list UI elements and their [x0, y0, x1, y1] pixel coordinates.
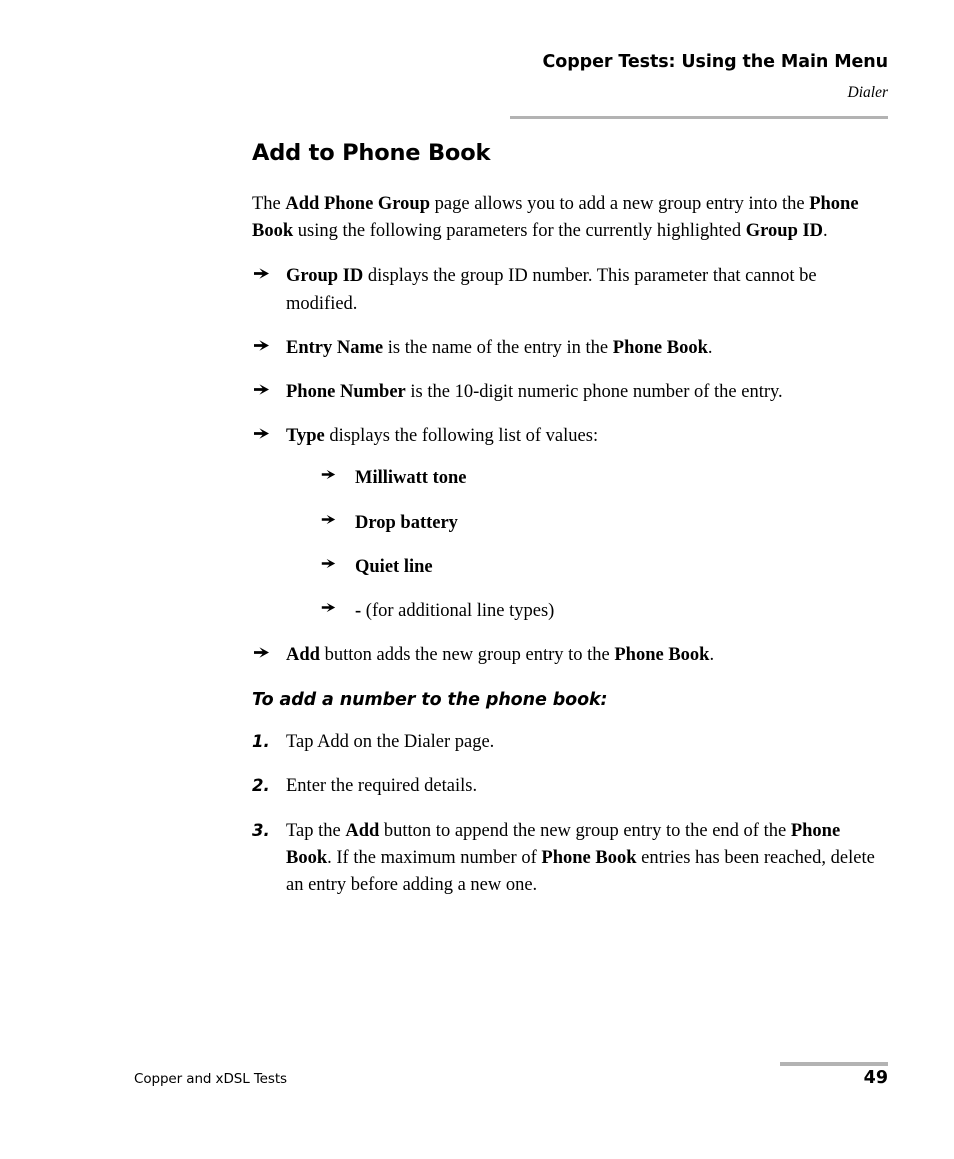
intro-bold-1: Add Phone Group: [285, 194, 431, 214]
footer-document-title: Copper and xDSL Tests: [134, 1071, 287, 1087]
list-item: Phone Number is the 10-digit numeric pho…: [252, 379, 884, 406]
bullet-text: button adds the new group entry to the: [319, 645, 615, 666]
page-content: Add to Phone Book The Add Phone Group pa…: [252, 140, 884, 916]
arrow-bullet-icon: [320, 599, 340, 616]
bullet-bold-tail: Phone Book: [612, 337, 708, 358]
step-bold-3: Phone Book: [541, 847, 637, 868]
intro-bold-3: Group ID: [745, 221, 824, 242]
page-number: 49: [863, 1068, 888, 1088]
step-text-1: Tap the: [286, 820, 346, 841]
list-item: Drop battery: [320, 510, 884, 537]
arrow-bullet-icon: [252, 380, 274, 399]
header-subtitle: Dialer: [847, 83, 888, 101]
list-item: Add button adds the new group entry to t…: [252, 642, 884, 669]
bullet-tail-text: .: [707, 337, 713, 358]
arrow-bullet-icon: [252, 336, 274, 355]
bullet-text: displays the following list of values:: [324, 426, 599, 447]
intro-paragraph: The Add Phone Group page allows you to a…: [252, 191, 884, 245]
document-page: Copper Tests: Using the Main Menu Dialer…: [0, 0, 954, 1159]
header-divider: [510, 116, 888, 119]
procedure-step-list: 1. Tap Add on the Dialer page. 2. Enter …: [252, 729, 884, 899]
list-item: Type displays the following list of valu…: [252, 423, 884, 625]
list-item: Group ID displays the group ID number. T…: [252, 263, 884, 317]
list-item: Milliwatt tone: [320, 465, 884, 492]
arrow-bullet-icon: [252, 424, 274, 443]
list-item: 2. Enter the required details.: [252, 773, 884, 800]
bullet-bold-lead: Group ID: [286, 266, 364, 287]
arrow-bullet-icon: [320, 511, 340, 528]
intro-text-2: page allows you to add a new group entry…: [430, 194, 810, 214]
list-item: Quiet line: [320, 554, 884, 581]
step-text: Enter the required details.: [286, 776, 478, 797]
intro-text-1: The: [252, 194, 286, 214]
step-text: Tap Add on the Dialer page.: [286, 732, 495, 753]
list-item: 1. Tap Add on the Dialer page.: [252, 729, 884, 756]
step-bold-1: Add: [345, 820, 380, 841]
page-header: Copper Tests: Using the Main Menu Dialer: [0, 52, 889, 102]
parameter-bullet-list: Group ID displays the group ID number. T…: [252, 263, 884, 669]
bullet-bold-lead: Entry Name: [286, 337, 384, 358]
subbullet-text: (for additional line types): [361, 600, 555, 621]
page-footer: Copper and xDSL Tests 49: [134, 1062, 888, 1108]
step-number: 1.: [252, 732, 270, 752]
subbullet-bold-lead: Milliwatt tone: [355, 468, 467, 489]
step-number: 2.: [252, 776, 270, 796]
bullet-bold-lead: Phone Number: [286, 381, 406, 402]
arrow-bullet-icon: [320, 555, 340, 572]
bullet-bold-tail: Phone Book: [614, 645, 710, 666]
bullet-text: is the 10-digit numeric phone number of …: [405, 381, 783, 402]
footer-divider: [780, 1062, 888, 1066]
list-item: - (for additional line types): [320, 598, 884, 625]
arrow-bullet-icon: [252, 264, 274, 283]
intro-text-4: .: [823, 221, 828, 242]
bullet-text: is the name of the entry in the: [383, 337, 613, 358]
step-text: Tap the Add button to append the new gro…: [286, 821, 875, 895]
subbullet-bold-lead: Quiet line: [355, 556, 433, 577]
header-title: Copper Tests: Using the Main Menu: [542, 52, 889, 72]
step-text-3: . If the maximum number of: [327, 847, 542, 868]
procedure-title: To add a number to the phone book:: [252, 690, 608, 711]
arrow-bullet-icon: [252, 643, 274, 662]
bullet-bold-lead: Type: [286, 426, 325, 447]
bullet-bold-lead: Add: [286, 645, 320, 666]
page-title: Add to Phone Book: [252, 140, 491, 166]
list-item: Entry Name is the name of the entry in t…: [252, 335, 884, 362]
bullet-tail-text: .: [709, 645, 715, 666]
type-values-list: Milliwatt tone Drop battery Quiet line -…: [286, 465, 884, 625]
arrow-bullet-icon: [320, 466, 340, 483]
step-text-2: button to append the new group entry to …: [379, 820, 791, 841]
intro-text-3: using the following parameters for the c…: [293, 221, 746, 242]
step-number: 3.: [252, 820, 270, 840]
subbullet-bold-lead: Drop battery: [355, 512, 458, 533]
list-item: 3. Tap the Add button to append the new …: [252, 818, 884, 900]
bullet-text: displays the group ID number. This param…: [286, 266, 817, 314]
